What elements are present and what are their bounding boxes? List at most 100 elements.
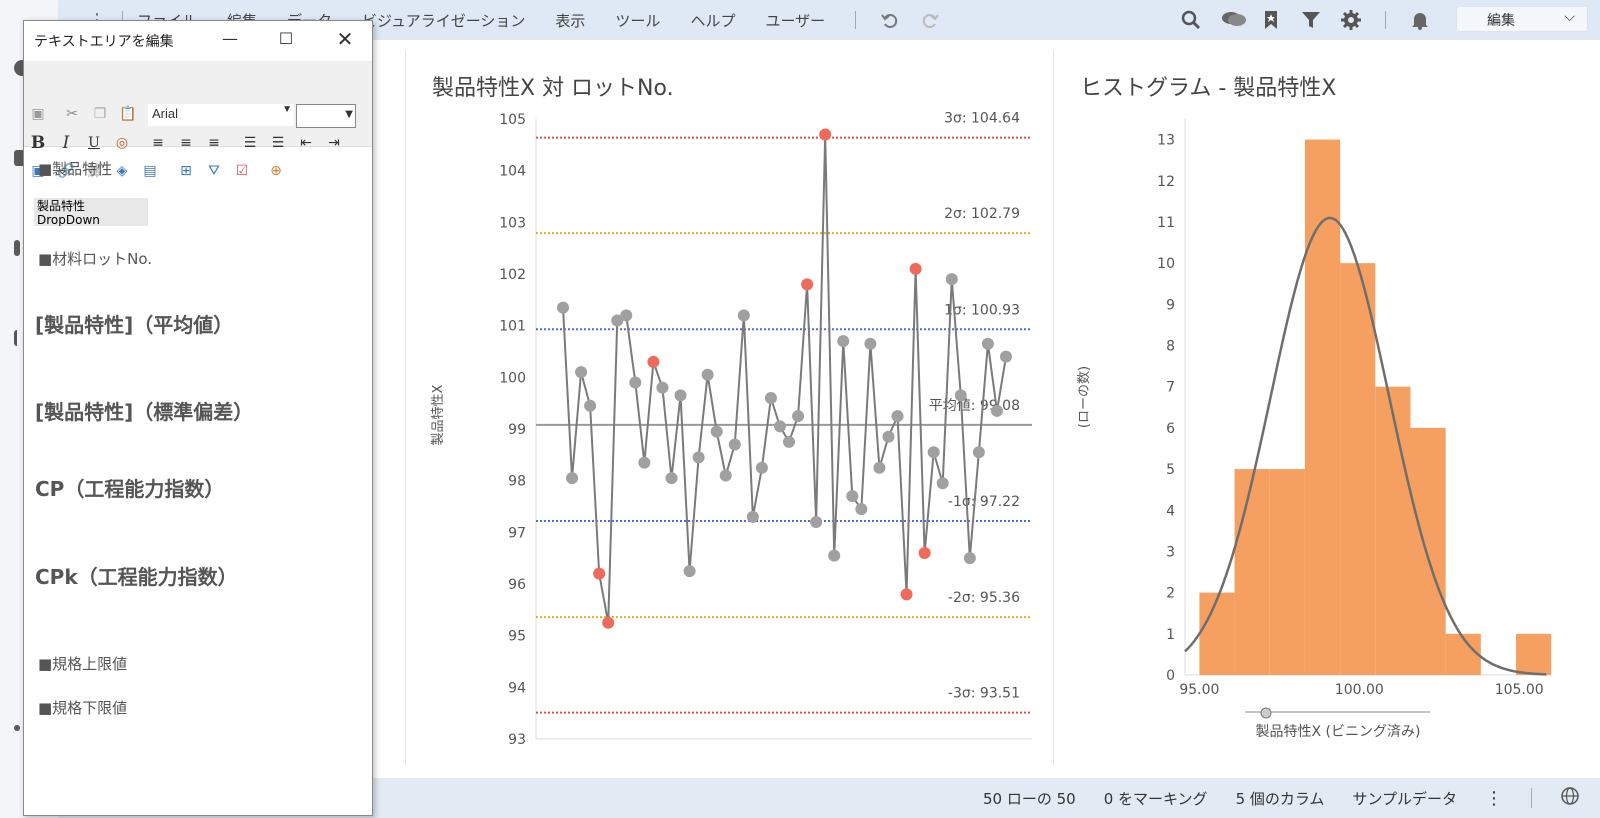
menu-separator xyxy=(1385,11,1386,29)
data-point xyxy=(638,456,651,469)
insert-calc-icon[interactable]: ⊞ xyxy=(176,161,196,181)
axis-slider-handle[interactable] xyxy=(1260,707,1272,719)
reference-line-label: 2σ: 102.79 xyxy=(944,206,1020,222)
data-point xyxy=(629,376,642,389)
align-center-icon[interactable]: ≡ xyxy=(176,133,196,153)
histogram-bar xyxy=(1199,592,1235,675)
reference-line-label: -3σ: 93.51 xyxy=(948,686,1020,702)
data-point xyxy=(773,420,786,433)
x-tick-label: 105.00 xyxy=(1495,682,1544,698)
left-strip-icon[interactable] xyxy=(14,240,20,256)
globe-icon[interactable] xyxy=(1560,786,1580,810)
outdent-icon[interactable]: ⇤ xyxy=(296,133,316,153)
data-point xyxy=(647,355,660,368)
status-more-icon[interactable]: ⋮ xyxy=(1485,788,1503,809)
series-line xyxy=(562,134,1007,623)
data-point xyxy=(837,335,850,348)
left-strip-icon[interactable] xyxy=(14,725,20,731)
font-family-value: Arial xyxy=(152,106,179,121)
bullet-list-icon[interactable]: ☰ xyxy=(268,133,288,153)
y-tick-label: 1 xyxy=(1166,627,1175,643)
y-axis-label: 製品特性X xyxy=(431,384,446,445)
menu-view[interactable]: 表示 xyxy=(555,10,585,31)
insert-property-icon[interactable]: ▤ xyxy=(140,161,160,181)
data-point xyxy=(575,366,588,379)
left-strip-icon[interactable] xyxy=(14,330,22,346)
histogram-bar xyxy=(1269,469,1305,675)
cut-icon[interactable]: ✂ xyxy=(62,104,82,124)
x-tick-label: 100.00 xyxy=(1335,682,1384,698)
histogram-bar xyxy=(1410,427,1446,675)
data-point xyxy=(900,588,913,601)
indent-icon[interactable]: ⇥ xyxy=(324,133,344,153)
color-palette-icon[interactable]: ◎ xyxy=(112,133,132,153)
menu-help[interactable]: ヘルプ xyxy=(690,10,735,31)
status-row-count: 50 ローの 50 xyxy=(982,789,1076,808)
italic-icon[interactable]: I xyxy=(56,133,76,153)
redo-icon[interactable] xyxy=(920,10,940,30)
underline-icon[interactable]: U xyxy=(84,133,104,153)
product-characteristic-dropdown[interactable]: 製品特性 DropDown xyxy=(34,198,148,226)
bold-icon[interactable]: B xyxy=(28,133,48,153)
y-tick-label: 0 xyxy=(1166,668,1175,684)
menu-tools[interactable]: ツール xyxy=(615,10,660,31)
reference-line-label: 3σ: 104.64 xyxy=(944,111,1020,127)
settings-gear-icon[interactable] xyxy=(1341,10,1361,30)
data-point xyxy=(665,472,678,485)
save-icon[interactable]: ▣ xyxy=(28,104,48,124)
bookmark-icon[interactable] xyxy=(1261,10,1281,30)
maximize-icon[interactable]: ☐ xyxy=(276,29,296,49)
y-tick-label: 105 xyxy=(499,112,526,128)
y-tick-label: 102 xyxy=(499,267,526,283)
histogram-title: ヒストグラム - 製品特性X xyxy=(1080,76,1337,101)
data-point xyxy=(990,404,1003,417)
data-point xyxy=(945,273,958,286)
histogram-chart[interactable]: 01234567891011121395.00 100.00 105.00(ローの数… xyxy=(1060,105,1590,760)
menu-visualization[interactable]: ビジュアライゼーション xyxy=(362,10,525,31)
std-dev-heading: [製品特性]（標準偏差） xyxy=(35,400,254,424)
search-icon[interactable] xyxy=(1181,10,1201,30)
y-tick-label: 6 xyxy=(1166,421,1175,437)
align-right-icon[interactable]: ≡ xyxy=(204,133,224,153)
dialog-titlebar[interactable]: テキストエリアを編集 — ☐ ✕ xyxy=(24,21,372,61)
close-icon[interactable]: ✕ xyxy=(335,29,355,49)
data-point xyxy=(674,389,687,402)
numbered-list-icon[interactable]: ☰ xyxy=(240,133,260,153)
section-label-product-characteristic: ■製品特性 xyxy=(38,160,113,178)
font-family-select[interactable]: Arial ▼ xyxy=(148,104,294,126)
section-label-upper-spec: ■規格上限値 xyxy=(38,655,128,673)
paste-icon[interactable]: 📋 xyxy=(118,104,138,124)
minimize-icon[interactable]: — xyxy=(220,29,240,49)
insert-filter-icon[interactable]: ⛛ xyxy=(204,161,224,181)
data-point xyxy=(656,381,669,394)
data-point xyxy=(728,438,741,451)
filter-icon[interactable] xyxy=(1301,10,1321,30)
y-tick-label: 97 xyxy=(508,525,526,541)
insert-dynamic-item-icon[interactable]: ⊕ xyxy=(266,161,286,181)
copy-icon[interactable]: ❐ xyxy=(90,104,110,124)
data-point xyxy=(783,435,796,448)
data-point xyxy=(593,567,606,580)
y-tick-label: 99 xyxy=(508,422,526,438)
data-point xyxy=(810,516,823,528)
x-tick-label: 95.00 xyxy=(1179,682,1219,698)
notification-bell-icon[interactable] xyxy=(1410,10,1430,30)
section-label-lower-spec: ■規格下限値 xyxy=(38,699,128,717)
line-chart[interactable]: 93 94 95 96 97 98 99 100 101 102 103 104 105 製品特性X 3σ:… xyxy=(420,105,1050,760)
edit-mode-dropdown[interactable]: 編集 ⌵ xyxy=(1456,6,1588,32)
comments-icon[interactable] xyxy=(1221,10,1246,30)
cpk-heading: CPk（工程能力指数） xyxy=(35,565,238,589)
data-point xyxy=(602,616,615,629)
font-size-select[interactable]: ▼ xyxy=(296,104,356,128)
insert-action-icon[interactable]: ◈ xyxy=(112,161,132,181)
y-axis-label: (ローの数) xyxy=(1077,366,1092,428)
y-tick-label: 13 xyxy=(1157,133,1175,149)
data-point xyxy=(909,262,922,275)
align-left-icon[interactable]: ≡ xyxy=(148,133,168,153)
y-tick-label: 12 xyxy=(1157,174,1175,190)
menu-user[interactable]: ユーザー xyxy=(765,10,825,31)
status-dataset[interactable]: サンプルデータ xyxy=(1352,788,1457,809)
undo-icon[interactable] xyxy=(880,10,900,30)
insert-checkbox-icon[interactable]: ☑ xyxy=(232,161,252,181)
editor-toolbar: ▣ ✂ ❐ 📋 Arial ▼ ▼ B I U ◎ ≡ ≡ ≡ ☰ ☰ ⇤ ⇥ … xyxy=(24,61,372,179)
